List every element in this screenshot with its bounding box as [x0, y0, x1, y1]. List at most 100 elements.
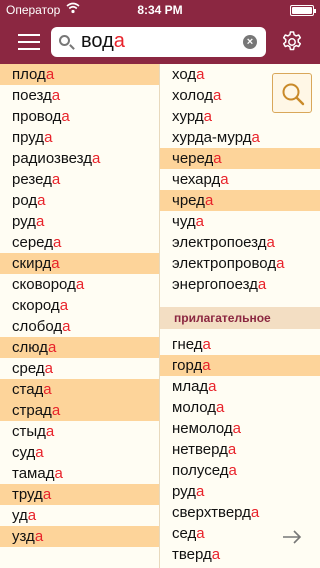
- word-label: рода: [12, 190, 45, 211]
- list-item[interactable]: электропоезда: [160, 232, 320, 253]
- word-label: чуда: [172, 211, 204, 232]
- status-time: 8:34 PM: [137, 3, 183, 17]
- list-item[interactable]: чуда: [160, 211, 320, 232]
- word-label: труда: [12, 484, 51, 505]
- list-item[interactable]: поезда: [0, 85, 159, 106]
- list-item[interactable]: радиозвезда: [0, 148, 159, 169]
- word-suffix: а: [51, 402, 61, 419]
- word-label: узда: [12, 526, 43, 547]
- list-item[interactable]: череда: [160, 148, 320, 169]
- word-suffix: а: [61, 108, 70, 125]
- list-item[interactable]: тамада: [0, 463, 159, 484]
- list-item[interactable]: руда: [0, 211, 159, 232]
- list-item[interactable]: горда: [160, 355, 320, 376]
- word-suffix: а: [257, 276, 267, 293]
- word-suffix: а: [91, 150, 101, 167]
- word-suffix: а: [51, 87, 61, 104]
- word-label: середа: [12, 232, 61, 253]
- word-label: руда: [172, 481, 204, 502]
- list-item[interactable]: чехарда: [160, 169, 320, 190]
- word-stem: серед: [12, 234, 53, 251]
- list-item[interactable]: страда: [0, 400, 159, 421]
- word-label: полуседа: [172, 460, 237, 481]
- word-label: седа: [172, 523, 205, 544]
- word-label: резеда: [12, 169, 60, 190]
- list-item[interactable]: труда: [0, 484, 159, 505]
- word-suffix: а: [45, 66, 55, 83]
- section-header: прилагательное: [160, 307, 320, 329]
- word-stem: провод: [12, 108, 62, 125]
- list-item[interactable]: молода: [160, 397, 320, 418]
- word-label: страда: [12, 400, 60, 421]
- list-item[interactable]: скорода: [0, 295, 159, 316]
- list-item[interactable]: середа: [0, 232, 159, 253]
- list-item[interactable]: среда: [0, 358, 159, 379]
- word-suffix: а: [195, 483, 205, 500]
- word-stem: труд: [12, 486, 43, 503]
- word-suffix: а: [208, 378, 217, 395]
- word-stem: гнед: [172, 336, 203, 353]
- word-stem: плод: [12, 66, 46, 83]
- word-suffix: а: [251, 129, 260, 146]
- list-item[interactable]: сковорода: [0, 274, 159, 295]
- gear-icon[interactable]: [280, 30, 304, 54]
- word-stem: стыд: [12, 423, 46, 440]
- word-label: тамада: [12, 463, 63, 484]
- list-item[interactable]: руда: [160, 481, 320, 502]
- list-item[interactable]: слобода: [0, 316, 159, 337]
- word-label: молода: [172, 397, 224, 418]
- word-stem: уд: [12, 507, 28, 524]
- word-stem: сед: [172, 525, 197, 542]
- list-item[interactable]: млада: [160, 376, 320, 397]
- list-item[interactable]: нетверда: [160, 439, 320, 460]
- list-item[interactable]: энергопоезда: [160, 274, 320, 295]
- word-suffix: а: [44, 129, 53, 146]
- lookup-button[interactable]: [272, 73, 312, 113]
- list-item[interactable]: пруда: [0, 127, 159, 148]
- word-stem: холод: [172, 87, 214, 104]
- word-suffix: а: [228, 462, 237, 479]
- list-item[interactable]: уда: [0, 505, 159, 526]
- list-item[interactable]: суда: [0, 442, 159, 463]
- search-query[interactable]: вода: [81, 30, 125, 53]
- list-item[interactable]: электропровода: [160, 253, 320, 274]
- list-item[interactable]: скирда: [0, 253, 159, 274]
- clear-icon[interactable]: ×: [243, 35, 257, 49]
- query-suffix: а: [113, 30, 125, 52]
- word-suffix: а: [43, 381, 52, 398]
- word-stem: страд: [12, 402, 52, 419]
- word-label: сковорода: [12, 274, 84, 295]
- word-label: нетверда: [172, 439, 236, 460]
- list-item[interactable]: провода: [0, 106, 159, 127]
- word-suffix: а: [75, 276, 85, 293]
- list-item[interactable]: чреда: [160, 190, 320, 211]
- search-field[interactable]: вода ×: [51, 27, 266, 57]
- list-item[interactable]: узда: [0, 526, 159, 547]
- list-item[interactable]: тверда: [160, 544, 320, 565]
- word-suffix: а: [37, 192, 46, 209]
- word-stem: тверд: [172, 546, 212, 563]
- word-suffix: а: [62, 318, 71, 335]
- list-item[interactable]: плода: [0, 64, 159, 85]
- list-item[interactable]: немолода: [160, 418, 320, 439]
- list-item[interactable]: гнеда: [160, 334, 320, 355]
- arrow-right-icon[interactable]: [280, 527, 304, 547]
- list-item[interactable]: полуседа: [160, 460, 320, 481]
- list-item[interactable]: стада: [0, 379, 159, 400]
- list-item[interactable]: слюда: [0, 337, 159, 358]
- list-item[interactable]: сверхтверда: [160, 502, 320, 523]
- word-label: чреда: [172, 190, 213, 211]
- word-label: руда: [12, 211, 44, 232]
- list-item[interactable]: рода: [0, 190, 159, 211]
- word-stem: сред: [12, 360, 45, 377]
- word-stem: нетверд: [172, 441, 228, 458]
- list-item[interactable]: резеда: [0, 169, 159, 190]
- list-item[interactable]: хурда-мурда: [160, 127, 320, 148]
- word-stem: горд: [172, 357, 203, 374]
- word-stem: скород: [12, 297, 60, 314]
- word-suffix: а: [250, 504, 260, 521]
- hamburger-menu-icon[interactable]: [18, 33, 40, 51]
- left-word-list: плода поезда провода пруда радиозвезда резеда…: [0, 64, 159, 547]
- list-item[interactable]: стыда: [0, 421, 159, 442]
- word-stem: руд: [12, 213, 36, 230]
